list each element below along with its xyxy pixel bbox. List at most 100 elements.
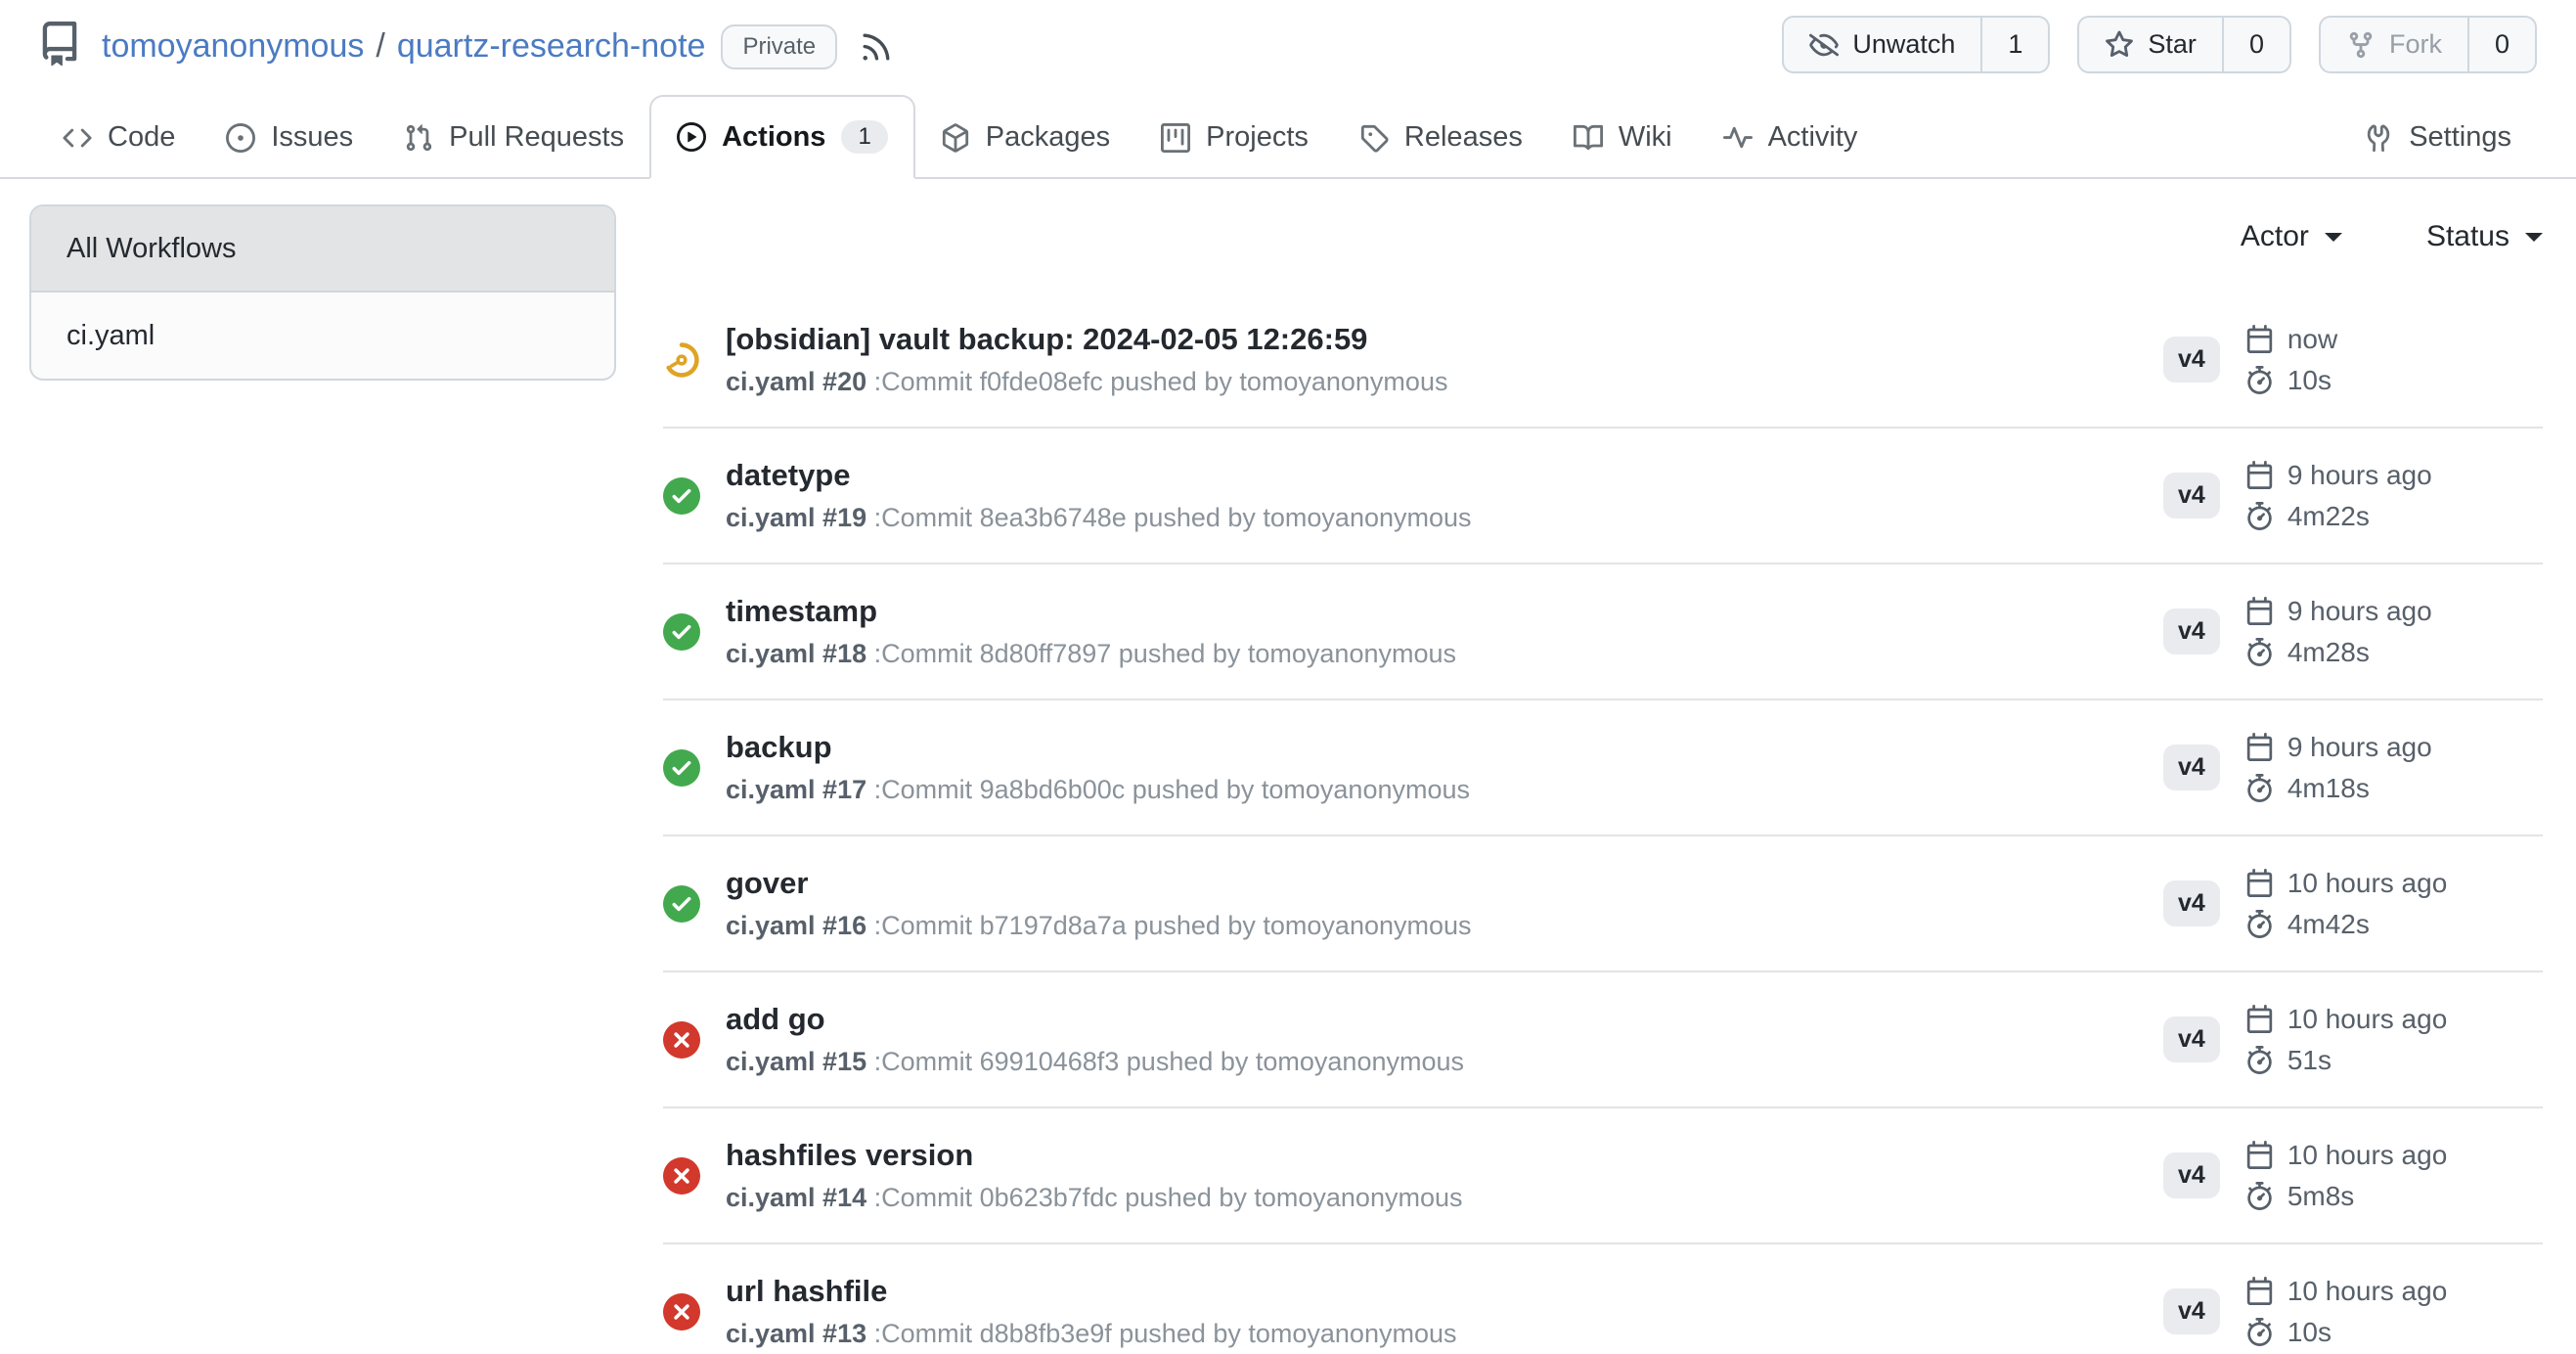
workflow-run-row[interactable]: backup ci.yaml #17 :Commit 9a8bd6b00c pu… — [663, 699, 2543, 835]
actions-count-badge: 1 — [841, 120, 887, 154]
run-meta: v4 10 hours ago 4m42s — [2163, 868, 2543, 940]
stopwatch-icon — [2245, 638, 2274, 666]
star-count[interactable]: 0 — [2222, 18, 2289, 71]
calendar-icon — [2245, 597, 2274, 625]
run-title-link[interactable]: [obsidian] vault backup: 2024-02-05 12:2… — [726, 322, 1367, 357]
tab-code[interactable]: Code — [37, 98, 200, 177]
workflow-run-row[interactable]: url hashfile ci.yaml #13 :Commit d8b8fb3… — [663, 1242, 2543, 1354]
run-commit-info: ci.yaml #15 :Commit 69910468f3 pushed by… — [726, 1047, 2163, 1077]
tab-pull-requests[interactable]: Pull Requests — [378, 98, 649, 177]
commit-text: :Commit 8ea3b6748e pushed by tomoyanonym… — [874, 503, 1472, 532]
run-duration: 10s — [2287, 365, 2332, 396]
status-filter-dropdown[interactable]: Status — [2426, 220, 2543, 253]
workflow-ref: ci.yaml #13 — [726, 1319, 866, 1348]
repo-action-buttons: Unwatch 1 Star 0 Fork 0 — [1782, 16, 2537, 73]
unwatch-label: Unwatch — [1852, 29, 1955, 60]
fork-count[interactable]: 0 — [2467, 18, 2535, 71]
tab-issues[interactable]: Issues — [200, 98, 378, 177]
run-title-link[interactable]: add go — [726, 1002, 825, 1037]
run-duration: 4m18s — [2287, 773, 2370, 804]
repo-book-icon — [37, 22, 82, 71]
fork-button[interactable]: Fork 0 — [2319, 16, 2537, 73]
workflow-run-row[interactable]: add go ci.yaml #15 :Commit 69910468f3 pu… — [663, 970, 2543, 1106]
run-title-link[interactable]: hashfiles version — [726, 1138, 973, 1173]
code-icon — [63, 123, 92, 153]
calendar-icon — [2245, 733, 2274, 761]
fork-label: Fork — [2389, 29, 2442, 60]
eye-closed-icon — [1809, 30, 1839, 60]
workflow-run-row[interactable]: [obsidian] vault backup: 2024-02-05 12:2… — [663, 293, 2543, 427]
run-meta: v4 10 hours ago 10s — [2163, 1276, 2543, 1348]
star-button[interactable]: Star 0 — [2077, 16, 2291, 73]
run-filters: Actor Status — [663, 179, 2543, 253]
run-time: now — [2287, 324, 2337, 355]
calendar-icon — [2245, 461, 2274, 489]
run-title-link[interactable]: timestamp — [726, 594, 877, 629]
run-commit-info: ci.yaml #18 :Commit 8d80ff7897 pushed by… — [726, 639, 2163, 669]
actor-filter-dropdown[interactable]: Actor — [2241, 220, 2342, 253]
run-duration: 4m28s — [2287, 637, 2370, 668]
check-circle-icon — [663, 749, 702, 787]
run-duration: 5m8s — [2287, 1181, 2354, 1212]
run-time: 9 hours ago — [2287, 732, 2432, 763]
tab-settings[interactable]: Settings — [2338, 98, 2537, 177]
tab-wiki[interactable]: Wiki — [1548, 98, 1698, 177]
tab-projects[interactable]: Projects — [1135, 98, 1334, 177]
artifact-version-badge: v4 — [2163, 880, 2220, 926]
run-title-link[interactable]: gover — [726, 866, 808, 901]
visibility-badge: Private — [721, 24, 837, 69]
stopwatch-icon — [2245, 502, 2274, 530]
repo-name-link[interactable]: quartz-research-note — [397, 27, 706, 66]
workflow-run-row[interactable]: hashfiles version ci.yaml #14 :Commit 0b… — [663, 1106, 2543, 1242]
run-duration: 4m42s — [2287, 909, 2370, 940]
run-title-link[interactable]: backup — [726, 730, 832, 765]
workflow-run-row[interactable]: timestamp ci.yaml #18 :Commit 8d80ff7897… — [663, 563, 2543, 699]
calendar-icon — [2245, 869, 2274, 897]
x-circle-icon — [663, 1021, 702, 1059]
run-time: 10 hours ago — [2287, 1276, 2447, 1307]
run-duration: 51s — [2287, 1045, 2332, 1076]
run-commit-info: ci.yaml #17 :Commit 9a8bd6b00c pushed by… — [726, 775, 2163, 805]
stopwatch-icon — [2245, 1318, 2274, 1346]
x-circle-icon — [663, 1293, 702, 1331]
workflow-run-row[interactable]: datetype ci.yaml #19 :Commit 8ea3b6748e … — [663, 427, 2543, 563]
repo-owner-link[interactable]: tomoyanonymous — [102, 27, 364, 66]
star-icon — [2105, 30, 2134, 60]
artifact-version-badge: v4 — [2163, 745, 2220, 790]
commit-text: :Commit d8b8fb3e9f pushed by tomoyanonym… — [874, 1319, 1457, 1348]
workflow-run-row[interactable]: gover ci.yaml #16 :Commit b7197d8a7a pus… — [663, 835, 2543, 970]
tab-activity[interactable]: Activity — [1698, 98, 1884, 177]
stopwatch-icon — [2245, 366, 2274, 394]
run-title-link[interactable]: datetype — [726, 458, 850, 493]
runs-main: Actor Status [obsidian] vault backup: 20… — [663, 179, 2576, 1354]
package-icon — [941, 123, 970, 153]
unwatch-button[interactable]: Unwatch 1 — [1782, 16, 2050, 73]
chevron-down-icon — [2525, 233, 2543, 250]
run-time: 9 hours ago — [2287, 460, 2432, 491]
runs-list: [obsidian] vault backup: 2024-02-05 12:2… — [663, 293, 2543, 1354]
tab-releases[interactable]: Releases — [1334, 98, 1548, 177]
run-commit-info: ci.yaml #13 :Commit d8b8fb3e9f pushed by… — [726, 1319, 2163, 1349]
check-circle-icon — [663, 613, 702, 651]
tab-actions[interactable]: Actions 1 — [649, 95, 915, 179]
in-progress-spinner-icon — [663, 341, 702, 379]
artifact-version-badge: v4 — [2163, 337, 2220, 383]
run-meta: v4 9 hours ago 4m18s — [2163, 732, 2543, 804]
run-commit-info: ci.yaml #14 :Commit 0b623b7fdc pushed by… — [726, 1183, 2163, 1213]
calendar-icon — [2245, 325, 2274, 353]
issue-opened-icon — [226, 123, 255, 153]
sidebar-item-all-workflows[interactable]: All Workflows — [31, 206, 614, 293]
commit-text: :Commit 69910468f3 pushed by tomoyanonym… — [874, 1047, 1464, 1076]
rss-feed-icon[interactable] — [859, 29, 894, 65]
run-commit-info: ci.yaml #20 :Commit f0fde08efc pushed by… — [726, 367, 2163, 397]
workflow-ref: ci.yaml #18 — [726, 639, 866, 668]
repo-header: tomoyanonymous / quartz-research-note Pr… — [0, 0, 2576, 85]
run-title-link[interactable]: url hashfile — [726, 1274, 887, 1309]
commit-text: :Commit 9a8bd6b00c pushed by tomoyanonym… — [874, 775, 1470, 804]
run-duration: 4m22s — [2287, 501, 2370, 532]
sidebar-item-ci-yaml[interactable]: ci.yaml — [31, 293, 614, 379]
x-circle-icon — [663, 1157, 702, 1195]
tab-packages[interactable]: Packages — [915, 98, 1135, 177]
watch-count[interactable]: 1 — [1980, 18, 2048, 71]
repo-nav: Code Issues Pull Requests Actions 1 Pack… — [0, 85, 2576, 179]
